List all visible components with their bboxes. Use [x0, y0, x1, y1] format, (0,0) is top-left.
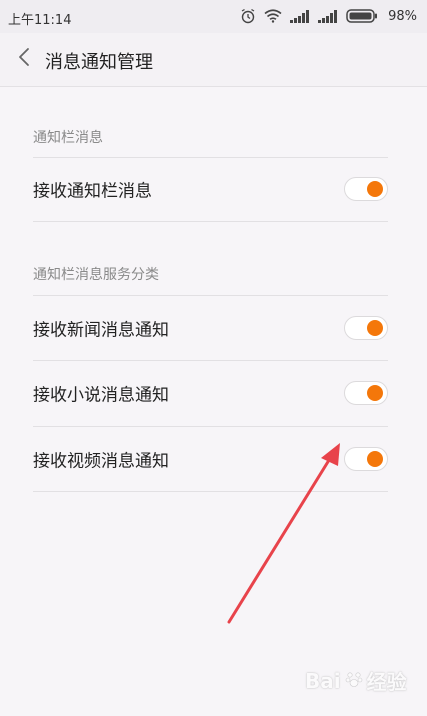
setting-row-video: 接收视频消息通知 [0, 428, 427, 490]
setting-label: 接收视频消息通知 [33, 451, 169, 472]
divider [33, 426, 388, 427]
watermark: Bai 经验 [305, 666, 407, 695]
toggle-news[interactable] [344, 316, 388, 340]
status-bar: 上午11:14 98% [0, 0, 427, 33]
setting-row-news: 接收新闻消息通知 [0, 297, 427, 359]
battery-icon [346, 9, 378, 23]
watermark-text: Bai [305, 668, 341, 693]
wifi-icon [264, 9, 282, 23]
setting-label: 接收小说消息通知 [33, 385, 169, 406]
divider [33, 360, 388, 361]
page-title: 消息通知管理 [45, 52, 153, 73]
status-icons: 98% [240, 8, 417, 24]
chevron-left-icon [17, 47, 31, 71]
paw-icon [345, 670, 363, 692]
alarm-icon [240, 8, 256, 24]
toggle-knob [367, 451, 383, 467]
toggle-novel[interactable] [344, 381, 388, 405]
signal-icon [290, 9, 310, 23]
toggle-knob [367, 181, 383, 197]
setting-row-receive-notification-bar: 接收通知栏消息 [0, 158, 427, 220]
section-header-service-categories: 通知栏消息服务分类 [33, 267, 159, 283]
battery-level: 98% [388, 8, 417, 24]
section-header-notification-bar: 通知栏消息 [33, 130, 103, 146]
signal-icon [318, 9, 338, 23]
divider [33, 221, 388, 222]
setting-label: 接收通知栏消息 [33, 181, 152, 202]
back-button[interactable] [10, 45, 38, 73]
status-time: 上午11:14 [8, 13, 72, 28]
watermark-suffix: 经验 [366, 670, 407, 694]
toggle-knob [367, 320, 383, 336]
toggle-knob [367, 385, 383, 401]
toggle-video[interactable] [344, 447, 388, 471]
setting-row-novel: 接收小说消息通知 [0, 362, 427, 424]
header-bar: 消息通知管理 [0, 33, 427, 87]
setting-label: 接收新闻消息通知 [33, 320, 169, 341]
toggle-receive-notification-bar[interactable] [344, 177, 388, 201]
divider [33, 491, 388, 492]
divider [33, 295, 388, 296]
